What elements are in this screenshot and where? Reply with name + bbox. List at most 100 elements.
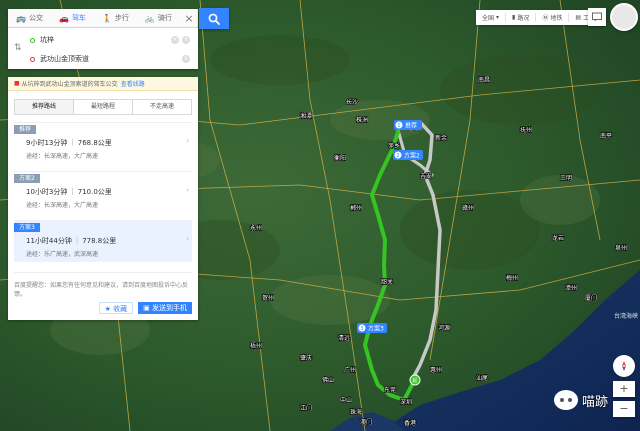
city-label: 河源 xyxy=(438,324,450,332)
route-warning: ■ 从坑梓到武功山金顶索道的驾车公交 查看线路 xyxy=(8,77,198,91)
start-field[interactable]: 坑梓 × + xyxy=(30,33,190,47)
city-label: 新余 xyxy=(435,134,447,142)
send-to-phone-button[interactable]: ▣ 发送到手机 xyxy=(138,302,192,314)
svg-text:3: 3 xyxy=(360,326,363,332)
message-button[interactable] xyxy=(588,8,606,26)
route-distance: 710.0公里 xyxy=(77,188,112,196)
route-via: 途经：长深高速，大广高速 xyxy=(26,202,99,209)
search-button[interactable] xyxy=(199,8,229,29)
svg-text:方案3: 方案3 xyxy=(368,325,384,333)
city-label: 厦门 xyxy=(585,294,597,302)
route-results-panel: ■ 从坑梓到武功山金顶索道的驾车公交 查看线路 推荐路线 最短路程 不走高速 推… xyxy=(8,77,198,320)
traffic-toggle[interactable]: ▮ 路况 xyxy=(506,13,537,22)
city-label: 韶关 xyxy=(381,278,393,286)
car-icon: 🚗 xyxy=(58,13,69,23)
svg-text:2: 2 xyxy=(396,153,399,159)
mode-walk[interactable]: 🚶 步行 xyxy=(94,9,137,28)
end-field[interactable]: 武功山金顶索道 × xyxy=(30,52,190,66)
route-distance: 768.8公里 xyxy=(77,139,112,147)
city-label: 梧州 xyxy=(250,342,262,350)
route-time: 11小时44分钟 xyxy=(26,237,72,245)
wechat-logo-icon xyxy=(554,390,578,410)
bike-icon: 🚲 xyxy=(144,13,155,23)
add-waypoint-icon[interactable]: + xyxy=(182,36,190,44)
bus-icon: 🚌 xyxy=(16,13,26,23)
tab-shortest[interactable]: 最短路程 xyxy=(74,100,133,114)
route-option-2[interactable]: 方案2 10小时3分钟 | 710.0公里 途经：长深高速，大广高速 › xyxy=(14,171,192,213)
route-marker-3[interactable]: 3 方案3 xyxy=(357,323,387,333)
avatar[interactable] xyxy=(610,3,638,31)
close-icon[interactable]: × xyxy=(180,12,198,25)
city-label: 东莞 xyxy=(384,386,396,394)
route-via: 途经：长深高速，大广高速 xyxy=(26,153,99,160)
city-label: 郴州 xyxy=(350,204,362,212)
watermark: 喵跡 xyxy=(554,390,608,410)
swap-icon[interactable]: ⇅ xyxy=(14,43,22,53)
route-time: 10小时3分钟 xyxy=(26,188,68,196)
city-label: 肇庆 xyxy=(300,354,312,362)
route-distance: 778.8公里 xyxy=(82,237,117,245)
route-label: 推荐 xyxy=(14,125,37,134)
chevron-down-icon: ▾ xyxy=(496,14,500,21)
warning-link[interactable]: 查看线路 xyxy=(121,79,145,88)
tab-recommended[interactable]: 推荐路线 xyxy=(15,100,74,114)
toolbox-icon: ▤ xyxy=(575,14,582,21)
svg-text:起: 起 xyxy=(412,378,417,384)
feedback-tip: 百度提醒您：如果您有任何意见和建议，请到百度地图投诉中心反馈。 xyxy=(14,272,192,299)
travel-mode-bar: 🚌 公交 🚗 驾车 🚶 步行 🚲 骑行 × xyxy=(8,9,198,28)
city-label: 汕尾 xyxy=(476,374,488,382)
city-label: 赣州 xyxy=(462,204,474,212)
city-label: 清远 xyxy=(338,334,350,342)
svg-text:台湾海峡: 台湾海峡 xyxy=(614,312,638,320)
zoom-controls: + − xyxy=(613,355,635,417)
favorite-button[interactable]: ★ 收藏 xyxy=(98,302,134,314)
city-label: 抚州 xyxy=(520,126,532,134)
tab-no-highway[interactable]: 不走高速 xyxy=(133,100,191,114)
map-toolbar: 全国▾ ▮路况 Ⓜ地铁 ▤工具▾ xyxy=(476,10,607,25)
city-label: 深圳 xyxy=(400,398,412,406)
zoom-out-button[interactable]: − xyxy=(613,401,635,417)
city-label: 佛山 xyxy=(322,376,334,384)
mode-bus[interactable]: 🚌 公交 xyxy=(8,9,51,28)
city-label: 梅州 xyxy=(506,274,518,282)
mode-bike[interactable]: 🚲 骑行 xyxy=(137,9,180,28)
route-option-1[interactable]: 推荐 9小时13分钟 | 768.8公里 途经：长深高速，大广高速 › xyxy=(14,122,192,164)
clear-icon[interactable]: × xyxy=(182,55,190,63)
route-label: 方案3 xyxy=(14,223,40,232)
city-label: 永州 xyxy=(250,224,262,232)
start-marker[interactable]: 起 xyxy=(409,374,421,386)
traffic-icon: ▮ xyxy=(512,14,516,21)
route-time: 9小时13分钟 xyxy=(26,139,68,147)
start-dot-icon xyxy=(30,37,35,43)
warning-icon: ■ xyxy=(14,80,20,87)
city-label: 南昌 xyxy=(478,76,490,84)
city-label: 中山 xyxy=(340,396,352,404)
compass-icon[interactable] xyxy=(613,355,635,377)
city-label: 株洲 xyxy=(356,116,368,124)
route-tabs: 推荐路线 最短路程 不走高速 xyxy=(14,99,192,115)
subway-toggle[interactable]: Ⓜ 地铁 xyxy=(536,13,570,22)
route-inputs: ⇅ 坑梓 × + 武功山金顶索道 × xyxy=(8,28,198,69)
chevron-right-icon: › xyxy=(186,137,189,145)
clear-icon[interactable]: × xyxy=(171,36,179,44)
mode-car[interactable]: 🚗 驾车 xyxy=(51,9,94,28)
city-label: 南平 xyxy=(600,132,612,140)
city-label: 三明 xyxy=(560,175,572,182)
city-select[interactable]: 全国 ▾ xyxy=(476,13,507,22)
city-label: 衡阳 xyxy=(334,154,346,162)
city-label: 惠州 xyxy=(430,366,442,374)
chevron-right-icon: › xyxy=(186,235,189,243)
city-label: 澳门 xyxy=(360,418,372,426)
end-dot-icon xyxy=(30,56,35,62)
chevron-right-icon: › xyxy=(186,186,189,194)
route-option-3[interactable]: 方案3 11小时44分钟 | 778.8公里 途经：乐广高速，武深高速 › xyxy=(14,220,192,262)
city-label: 香港 xyxy=(404,419,416,427)
zoom-in-button[interactable]: + xyxy=(613,381,635,397)
city-label: 江门 xyxy=(300,404,312,412)
city-label: 贺州 xyxy=(262,294,274,302)
route-marker-1[interactable]: 1 推荐 xyxy=(394,120,422,130)
city-label: 广州 xyxy=(344,366,356,374)
search-icon xyxy=(208,13,220,25)
svg-text:1: 1 xyxy=(397,123,400,129)
route-marker-2[interactable]: 2 方案2 xyxy=(393,150,423,160)
